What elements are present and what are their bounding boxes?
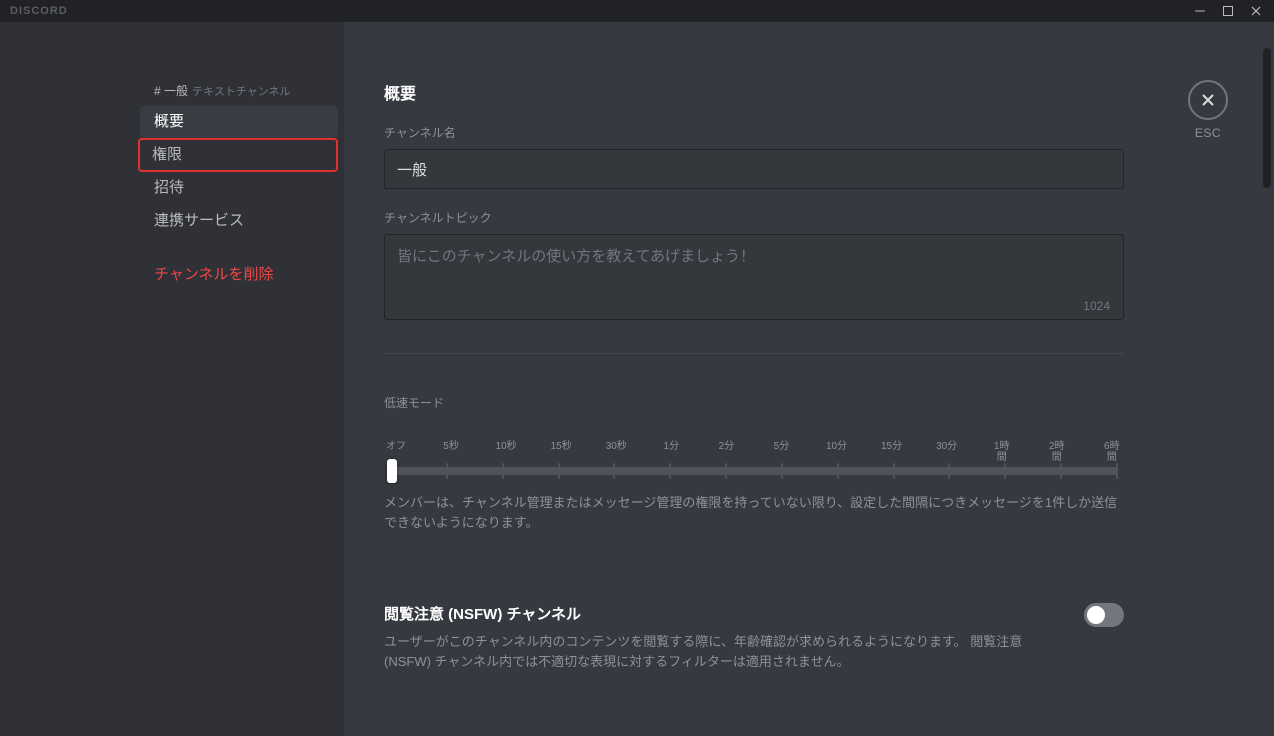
close-button[interactable] <box>1188 80 1228 120</box>
divider <box>384 353 1124 354</box>
sidebar-item-permissions[interactable]: 権限 <box>138 138 338 172</box>
close-icon <box>1200 92 1216 108</box>
close-escape: ESC <box>1188 80 1228 140</box>
channel-topic-input[interactable] <box>384 234 1124 320</box>
nsfw-title: 閲覧注意 (NSFW) チャンネル <box>384 603 1064 624</box>
minimize-button[interactable] <box>1186 0 1214 22</box>
window-close-button[interactable] <box>1242 0 1270 22</box>
sidebar-delete-channel[interactable]: チャンネルを削除 <box>140 249 344 298</box>
sidebar-item-label: 概要 <box>154 113 184 130</box>
titlebar: DISCORD <box>0 0 1274 22</box>
settings-content: 概要 チャンネル名 チャンネルトピック 1024 低速モード オフ 5秒 10秒 <box>344 22 1164 736</box>
sidebar-item-invites[interactable]: 招待 <box>140 172 338 204</box>
maximize-button[interactable] <box>1214 0 1242 22</box>
sidebar-gutter <box>0 22 140 736</box>
slider-track[interactable] <box>390 467 1118 475</box>
slider-thumb[interactable] <box>387 459 397 483</box>
nsfw-description: ユーザーがこのチャンネル内のコンテンツを閲覧する際に、年齢確認が求められるように… <box>384 632 1064 672</box>
slowmode-help-text: メンバーは、チャンネル管理またはメッセージ管理の権限を持っていない限り、設定した… <box>384 493 1124 533</box>
sidebar-item-overview[interactable]: 概要 <box>140 106 338 138</box>
page-title: 概要 <box>384 80 1124 104</box>
channel-name-input[interactable] <box>384 149 1124 189</box>
toggle-knob <box>1087 606 1105 624</box>
slowmode-slider[interactable]: オフ 5秒 10秒 15秒 30秒 1分 2分 5分 10分 15分 30分 1… <box>384 441 1124 475</box>
slowmode-ticks: オフ 5秒 10秒 15秒 30秒 1分 2分 5分 10分 15分 30分 1… <box>384 441 1124 463</box>
esc-label: ESC <box>1188 126 1228 140</box>
sidebar-item-integrations[interactable]: 連携サービス <box>140 205 338 237</box>
sidebar-item-label: 権限 <box>152 146 182 163</box>
sidebar-delete-label: チャンネルを削除 <box>154 266 274 283</box>
topic-char-counter: 1024 <box>1083 299 1110 313</box>
sidebar-item-label: 招待 <box>154 179 184 196</box>
app-logo: DISCORD <box>4 5 68 17</box>
settings-sidebar: # 一般 テキストチャンネル 概要 権限 招待 連携サービス チャンネルを削除 <box>140 22 344 736</box>
channel-name: 一般 <box>164 84 188 98</box>
channel-hash: # <box>154 84 164 98</box>
sidebar-channel-header: # 一般 テキストチャンネル <box>140 82 344 105</box>
slowmode-label: 低速モード <box>384 394 1124 411</box>
nsfw-toggle[interactable] <box>1084 603 1124 627</box>
channel-name-field-label: チャンネル名 <box>384 124 1124 141</box>
channel-type-label: テキストチャンネル <box>192 83 290 99</box>
sidebar-item-label: 連携サービス <box>154 212 244 229</box>
scrollbar[interactable] <box>1263 48 1271 188</box>
channel-topic-field-label: チャンネルトピック <box>384 209 1124 226</box>
